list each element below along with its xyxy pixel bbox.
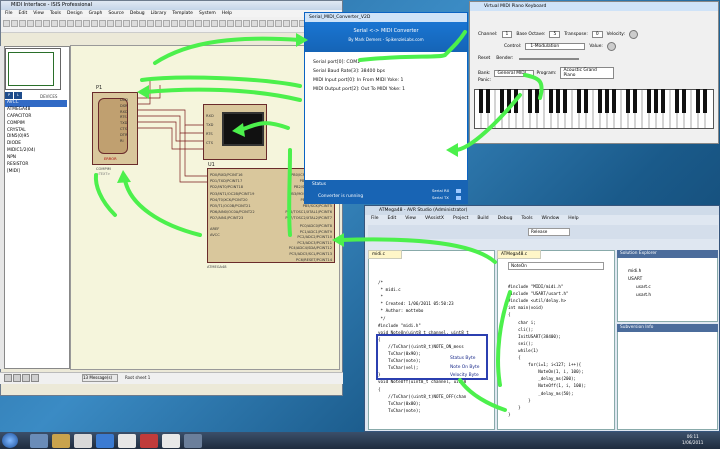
arrow-head <box>117 170 131 183</box>
piano-taskbar-icon[interactable] <box>162 434 180 448</box>
clock[interactable]: 06:11 1/06/2011 <box>682 434 703 446</box>
annotation-arrows <box>93 30 544 412</box>
arrow-head <box>296 33 308 47</box>
arrow-path <box>358 53 447 62</box>
isis-taskbar-icon[interactable] <box>118 434 136 448</box>
clock-date: 1/06/2011 <box>682 440 704 445</box>
arrow-head <box>232 123 245 137</box>
arrow-path <box>338 237 497 264</box>
start-button-icon[interactable] <box>2 433 18 448</box>
arrow-path <box>93 173 117 217</box>
avr-taskbar-icon[interactable] <box>184 434 202 448</box>
arrow-path <box>443 30 467 57</box>
arrow-path <box>496 290 512 387</box>
arrow-path <box>140 75 302 88</box>
arrow-path <box>123 178 202 237</box>
arrow-head <box>332 233 344 247</box>
midi-taskbar-icon[interactable] <box>140 434 158 448</box>
arrow-path <box>287 148 292 237</box>
ie-taskbar-icon[interactable] <box>30 434 48 448</box>
arrow-path <box>453 93 522 152</box>
chrome-taskbar-icon[interactable] <box>96 434 114 448</box>
arrow-head <box>137 85 149 99</box>
arrow-path <box>238 121 290 132</box>
arrow-head <box>446 143 458 157</box>
media-player-taskbar-icon[interactable] <box>74 434 92 448</box>
arrow-path <box>143 87 302 102</box>
arrow-path <box>153 36 302 65</box>
explorer-taskbar-icon[interactable] <box>52 434 70 448</box>
arrow-path <box>523 73 544 100</box>
